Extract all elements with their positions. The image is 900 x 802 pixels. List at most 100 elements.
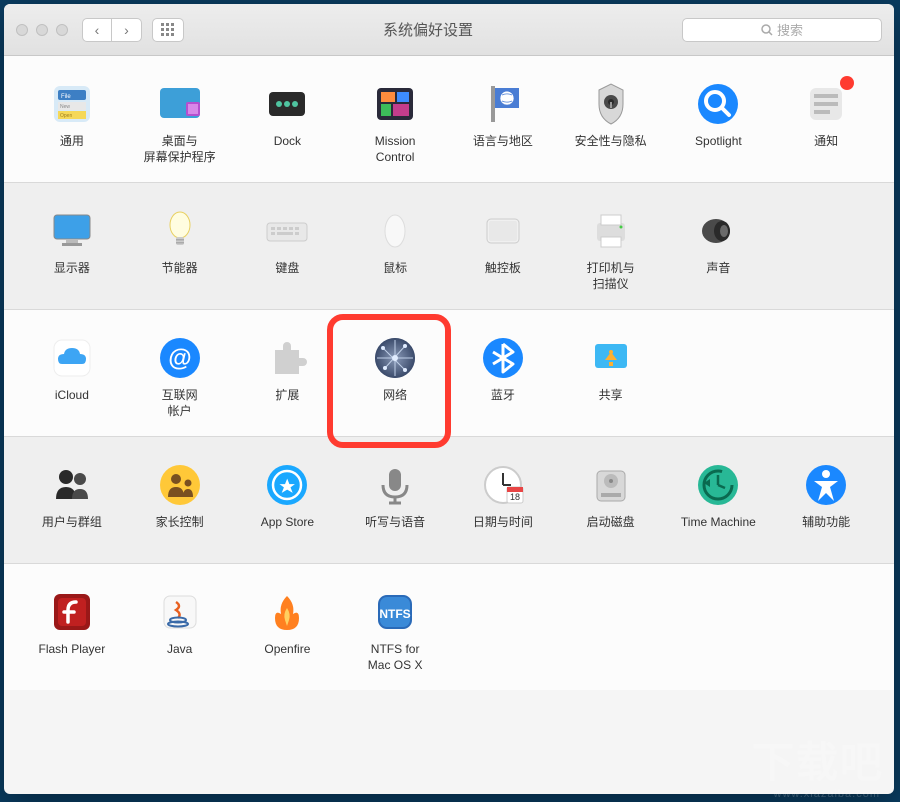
- dictation-icon: [371, 461, 419, 509]
- pref-item-displays[interactable]: 显示器: [18, 201, 126, 299]
- pref-item-printers[interactable]: 打印机与 扫描仪: [557, 201, 665, 299]
- preferences-grid: FileNewOpen 通用 桌面与 屏幕保护程序 Dock Mission Contr…: [4, 56, 894, 690]
- pref-label: 键盘: [275, 261, 299, 293]
- timemachine-icon: [694, 461, 742, 509]
- svg-text:18: 18: [510, 492, 520, 502]
- preference-row: 显示器节能器 键盘 鼠标触控板 打印机与 扫描仪声音: [4, 183, 894, 310]
- minimize-button[interactable]: [36, 24, 48, 36]
- window-title: 系统偏好设置: [184, 19, 682, 40]
- pref-label: 语言与地区: [473, 134, 533, 166]
- icloud-icon: [48, 334, 96, 382]
- pref-label: 用户与群组: [42, 515, 102, 547]
- internet-icon: @: [156, 334, 204, 382]
- pref-item-appstore[interactable]: App Store: [234, 455, 342, 553]
- svg-text:@: @: [168, 345, 191, 372]
- pref-label: 听写与语音: [365, 515, 425, 547]
- dock-icon: [263, 80, 311, 128]
- displays-icon: [48, 207, 96, 255]
- pref-label: 辅助功能: [802, 515, 850, 547]
- window-controls: [16, 24, 68, 36]
- close-button[interactable]: [16, 24, 28, 36]
- pref-item-mouse[interactable]: 鼠标: [341, 201, 449, 299]
- pref-item-dock[interactable]: Dock: [234, 74, 342, 172]
- pref-label: 扩展: [275, 388, 299, 420]
- pref-item-language[interactable]: 语言与地区: [449, 74, 557, 172]
- pref-label: 节能器: [162, 261, 198, 293]
- java-icon: [156, 588, 204, 636]
- pref-item-ntfs[interactable]: NTFSNTFS for Mac OS X: [341, 582, 449, 680]
- pref-item-sharing[interactable]: 共享: [557, 328, 665, 426]
- back-button[interactable]: ‹: [82, 18, 112, 42]
- sound-icon: [694, 207, 742, 255]
- printers-icon: [587, 207, 635, 255]
- pref-item-internet[interactable]: @互联网 帐户: [126, 328, 234, 426]
- security-icon: [587, 80, 635, 128]
- general-icon: FileNewOpen: [48, 80, 96, 128]
- search-icon: [761, 24, 773, 36]
- search-field[interactable]: 搜索: [682, 18, 882, 42]
- pref-item-bluetooth[interactable]: 蓝牙: [449, 328, 557, 426]
- pref-label: 通用: [60, 134, 84, 166]
- pref-item-network[interactable]: 网络: [341, 328, 449, 426]
- pref-label: Dock: [274, 134, 301, 166]
- parental-icon: [156, 461, 204, 509]
- pref-label: 桌面与 屏幕保护程序: [144, 134, 216, 166]
- pref-item-startup[interactable]: 启动磁盘: [557, 455, 665, 553]
- pref-item-extensions[interactable]: 扩展: [234, 328, 342, 426]
- appstore-icon: [263, 461, 311, 509]
- pref-item-sound[interactable]: 声音: [665, 201, 773, 299]
- show-all-button[interactable]: [152, 18, 184, 42]
- mouse-icon: [371, 207, 419, 255]
- pref-item-mission[interactable]: Mission Control: [341, 74, 449, 172]
- spotlight-icon: [694, 80, 742, 128]
- pref-label: 触控板: [485, 261, 521, 293]
- mission-icon: [371, 80, 419, 128]
- desktop-icon: [156, 80, 204, 128]
- pref-item-timemachine[interactable]: Time Machine: [665, 455, 773, 553]
- pref-label: Flash Player: [39, 642, 106, 674]
- pref-label: 安全性与隐私: [575, 134, 647, 166]
- forward-button[interactable]: ›: [112, 18, 142, 42]
- pref-item-notifications[interactable]: 通知: [772, 74, 880, 172]
- pref-label: App Store: [261, 515, 314, 547]
- pref-item-flash[interactable]: Flash Player: [18, 582, 126, 680]
- pref-item-spotlight[interactable]: Spotlight: [665, 74, 773, 172]
- pref-label: 网络: [383, 388, 407, 420]
- titlebar: ‹ › 系统偏好设置 搜索: [4, 4, 894, 56]
- pref-item-general[interactable]: FileNewOpen 通用: [18, 74, 126, 172]
- keyboard-icon: [263, 207, 311, 255]
- pref-item-openfire[interactable]: Openfire: [234, 582, 342, 680]
- flash-icon: [48, 588, 96, 636]
- language-icon: [479, 80, 527, 128]
- pref-item-keyboard[interactable]: 键盘: [234, 201, 342, 299]
- notifications-icon: [802, 80, 850, 128]
- pref-item-accessibility[interactable]: 辅助功能: [772, 455, 880, 553]
- grid-icon: [161, 23, 175, 37]
- pref-item-parental[interactable]: 家长控制: [126, 455, 234, 553]
- pref-item-trackpad[interactable]: 触控板: [449, 201, 557, 299]
- energy-icon: [156, 207, 204, 255]
- svg-text:Open: Open: [60, 113, 72, 119]
- pref-item-desktop[interactable]: 桌面与 屏幕保护程序: [126, 74, 234, 172]
- accessibility-icon: [802, 461, 850, 509]
- startup-icon: [587, 461, 635, 509]
- pref-item-icloud[interactable]: iCloud: [18, 328, 126, 426]
- pref-item-energy[interactable]: 节能器: [126, 201, 234, 299]
- svg-text:File: File: [61, 94, 71, 100]
- zoom-button[interactable]: [56, 24, 68, 36]
- openfire-icon: [263, 588, 311, 636]
- pref-label: 蓝牙: [491, 388, 515, 420]
- pref-item-security[interactable]: 安全性与隐私: [557, 74, 665, 172]
- pref-item-datetime[interactable]: 18日期与时间: [449, 455, 557, 553]
- pref-item-dictation[interactable]: 听写与语音: [341, 455, 449, 553]
- notification-badge: [840, 76, 854, 90]
- pref-label: Time Machine: [681, 515, 756, 547]
- nav-buttons: ‹ ›: [82, 18, 142, 42]
- pref-item-java[interactable]: Java: [126, 582, 234, 680]
- pref-label: iCloud: [55, 388, 89, 420]
- search-placeholder: 搜索: [777, 20, 803, 39]
- pref-item-users[interactable]: 用户与群组: [18, 455, 126, 553]
- chevron-left-icon: ‹: [95, 22, 100, 38]
- preference-row: FileNewOpen 通用 桌面与 屏幕保护程序 Dock Mission Contr…: [4, 56, 894, 183]
- pref-label: Java: [167, 642, 192, 674]
